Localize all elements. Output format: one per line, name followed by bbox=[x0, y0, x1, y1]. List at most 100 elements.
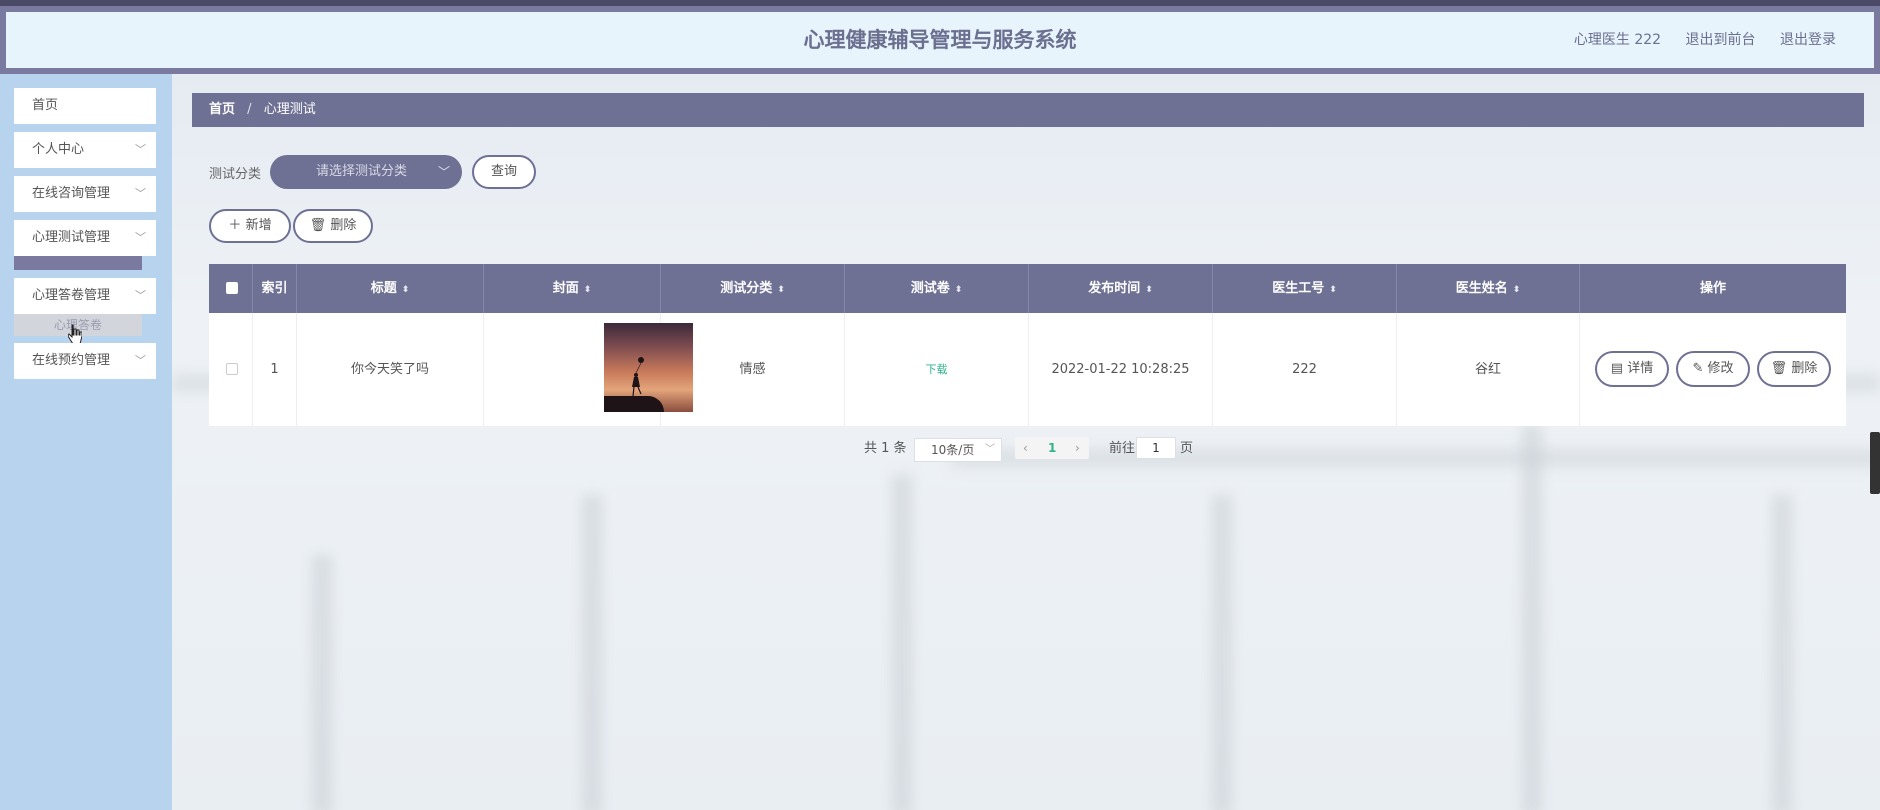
row-delete-button[interactable]: 🗑 删除 bbox=[1757, 351, 1831, 387]
header-inner: 心理健康辅导管理与服务系统 心理医生 222 退出到前台 退出登录 bbox=[6, 12, 1874, 68]
select-all-checkbox[interactable] bbox=[226, 282, 238, 294]
delete-button-label: 删除 bbox=[330, 218, 357, 233]
header-label: 测试卷 bbox=[910, 281, 950, 296]
prev-page-icon[interactable]: ‹ bbox=[1023, 437, 1028, 459]
sort-icon[interactable]: ⬍ bbox=[1513, 285, 1521, 295]
cell-operations: ▤ 详情 ✎ 修改 🗑 删除 bbox=[1580, 313, 1846, 426]
sort-icon[interactable]: ⬍ bbox=[402, 285, 410, 295]
header-label: 医生工号 bbox=[1272, 281, 1325, 296]
add-button-label: 新增 bbox=[245, 218, 272, 233]
plus-icon: ＋ bbox=[228, 218, 242, 233]
cell-doctor-name: 谷红 bbox=[1397, 313, 1580, 426]
pagination-total: 共 1 条 bbox=[864, 441, 907, 456]
header-index: 索引 bbox=[253, 264, 297, 313]
document-icon: ▤ bbox=[1610, 361, 1624, 376]
header-operations: 操作 bbox=[1580, 264, 1846, 313]
header-label: 测试分类 bbox=[720, 281, 773, 296]
table-header: 索引 标题 ⬍ 封面 ⬍ 测试分类 ⬍ 测试卷 ⬍ 发布时间 ⬍ 医生工号 ⬍ 医生姓名 ⬍ … bbox=[209, 264, 1846, 313]
add-button[interactable]: ＋ 新增 bbox=[209, 209, 291, 243]
trash-icon: 🗑 bbox=[309, 218, 327, 233]
sidebar-item-online-consult[interactable]: 在线咨询管理 ﹀ bbox=[14, 176, 156, 212]
cell-category: 情感 bbox=[661, 313, 845, 426]
scrollbar-handle[interactable] bbox=[1870, 432, 1880, 494]
header-doctor-name[interactable]: 医生姓名 ⬍ bbox=[1397, 264, 1580, 313]
header-title[interactable]: 标题 ⬍ bbox=[297, 264, 484, 313]
trash-icon: 🗑 bbox=[1770, 361, 1788, 376]
current-user-label: 心理医生 222 bbox=[1573, 32, 1662, 48]
chevron-down-icon: ﹀ bbox=[437, 165, 450, 179]
sort-icon[interactable]: ⬍ bbox=[955, 285, 963, 295]
header-category[interactable]: 测试分类 ⬍ bbox=[661, 264, 845, 313]
sort-icon[interactable]: ⬍ bbox=[1329, 285, 1337, 295]
chevron-down-icon: ﹀ bbox=[985, 444, 995, 455]
breadcrumb-home[interactable]: 首页 bbox=[209, 102, 235, 117]
goto-page-input[interactable]: 1 bbox=[1136, 437, 1176, 459]
cover-cliff bbox=[604, 396, 664, 412]
edit-button[interactable]: ✎ 修改 bbox=[1676, 351, 1750, 387]
sidebar-item-personal-center[interactable]: 个人中心 ﹀ bbox=[14, 132, 156, 168]
breadcrumb: 首页 / 心理测试 bbox=[192, 93, 1864, 127]
next-page-icon[interactable]: › bbox=[1075, 437, 1080, 459]
data-table: 索引 标题 ⬍ 封面 ⬍ 测试分类 ⬍ 测试卷 ⬍ 发布时间 ⬍ 医生工号 ⬍ 医生姓名 ⬍ … bbox=[209, 264, 1846, 426]
chevron-down-icon: ﹀ bbox=[135, 143, 146, 156]
row-select-cell bbox=[209, 313, 253, 426]
filter-label: 测试分类 bbox=[209, 167, 262, 182]
cell-title: 你今天笑了吗 bbox=[297, 313, 484, 426]
chevron-down-icon: ﹀ bbox=[135, 231, 146, 244]
cell-index: 1 bbox=[253, 313, 297, 426]
cell-doctor-id: 222 bbox=[1213, 313, 1397, 426]
cell-cover bbox=[484, 313, 693, 426]
sidebar-item-label: 在线咨询管理 bbox=[32, 186, 111, 201]
girl-balloon-silhouette-icon bbox=[632, 357, 644, 397]
sort-icon[interactable]: ⬍ bbox=[1145, 285, 1153, 295]
sidebar-item-answer-sheet[interactable]: 心理答卷管理 ﹀ bbox=[14, 278, 156, 314]
sidebar-item-home[interactable]: 首页 bbox=[14, 88, 156, 124]
goto-suffix: 页 bbox=[1180, 441, 1194, 456]
table-row: 1 你今天笑了吗 情感 下载 2022-01-22 10:28:25 222 谷… bbox=[209, 313, 1846, 426]
select-placeholder: 请选择测试分类 bbox=[316, 164, 408, 179]
sidebar-item-label: 在线预约管理 bbox=[32, 353, 111, 368]
header-user-area: 心理医生 222 退出到前台 退出登录 bbox=[1554, 12, 1836, 68]
row-delete-button-label: 删除 bbox=[1791, 361, 1818, 376]
detail-button[interactable]: ▤ 详情 bbox=[1595, 351, 1669, 387]
chevron-down-icon: ﹀ bbox=[135, 289, 146, 302]
page-size-select[interactable]: 10条/页 ﹀ bbox=[914, 438, 1002, 462]
header-label: 封面 bbox=[552, 281, 579, 296]
sidebar-item-label: 心理测试管理 bbox=[32, 230, 111, 245]
submenu-indicator bbox=[14, 256, 142, 270]
header-label: 医生姓名 bbox=[1455, 281, 1508, 296]
edit-button-label: 修改 bbox=[1707, 361, 1734, 376]
sidebar-item-label: 首页 bbox=[32, 98, 59, 113]
sidebar-item-psych-test[interactable]: 心理测试管理 ﹀ bbox=[14, 220, 156, 256]
header-label: 发布时间 bbox=[1088, 281, 1141, 296]
header-doctor-id[interactable]: 医生工号 ⬍ bbox=[1213, 264, 1397, 313]
query-button[interactable]: 查询 bbox=[472, 155, 536, 189]
page-size-value: 10条/页 bbox=[931, 443, 975, 457]
batch-delete-button[interactable]: 🗑 删除 bbox=[293, 209, 373, 243]
header-test-paper[interactable]: 测试卷 ⬍ bbox=[845, 264, 1029, 313]
select-all-cell bbox=[209, 264, 253, 313]
chevron-down-icon: ﹀ bbox=[135, 187, 146, 200]
header: 心理健康辅导管理与服务系统 心理医生 222 退出到前台 退出登录 bbox=[0, 6, 1880, 74]
breadcrumb-separator: / bbox=[247, 102, 252, 117]
sidebar-item-label: 个人中心 bbox=[32, 142, 85, 157]
header-label: 索引 bbox=[261, 281, 288, 296]
sidebar-item-appointment[interactable]: 在线预约管理 ﹀ bbox=[14, 343, 156, 379]
row-checkbox[interactable] bbox=[226, 363, 238, 375]
header-publish-time[interactable]: 发布时间 ⬍ bbox=[1029, 264, 1213, 313]
detail-button-label: 详情 bbox=[1627, 361, 1654, 376]
download-link[interactable]: 下载 bbox=[926, 363, 948, 376]
category-select[interactable]: 请选择测试分类 ﹀ bbox=[270, 155, 462, 189]
breadcrumb-current: 心理测试 bbox=[263, 102, 316, 117]
header-label: 标题 bbox=[370, 281, 397, 296]
logout-link[interactable]: 退出登录 bbox=[1780, 32, 1836, 48]
sort-icon[interactable]: ⬍ bbox=[584, 285, 592, 295]
header-cover[interactable]: 封面 ⬍ bbox=[484, 264, 661, 313]
sort-icon[interactable]: ⬍ bbox=[777, 285, 785, 295]
page-number-current[interactable]: 1 bbox=[1048, 437, 1056, 459]
goto-prefix: 前往 bbox=[1109, 441, 1136, 456]
sidebar-item-label: 心理答卷管理 bbox=[32, 288, 111, 303]
chevron-down-icon: ﹀ bbox=[135, 354, 146, 367]
cell-test-paper: 下载 bbox=[845, 313, 1029, 426]
back-to-front-link[interactable]: 退出到前台 bbox=[1686, 32, 1756, 48]
